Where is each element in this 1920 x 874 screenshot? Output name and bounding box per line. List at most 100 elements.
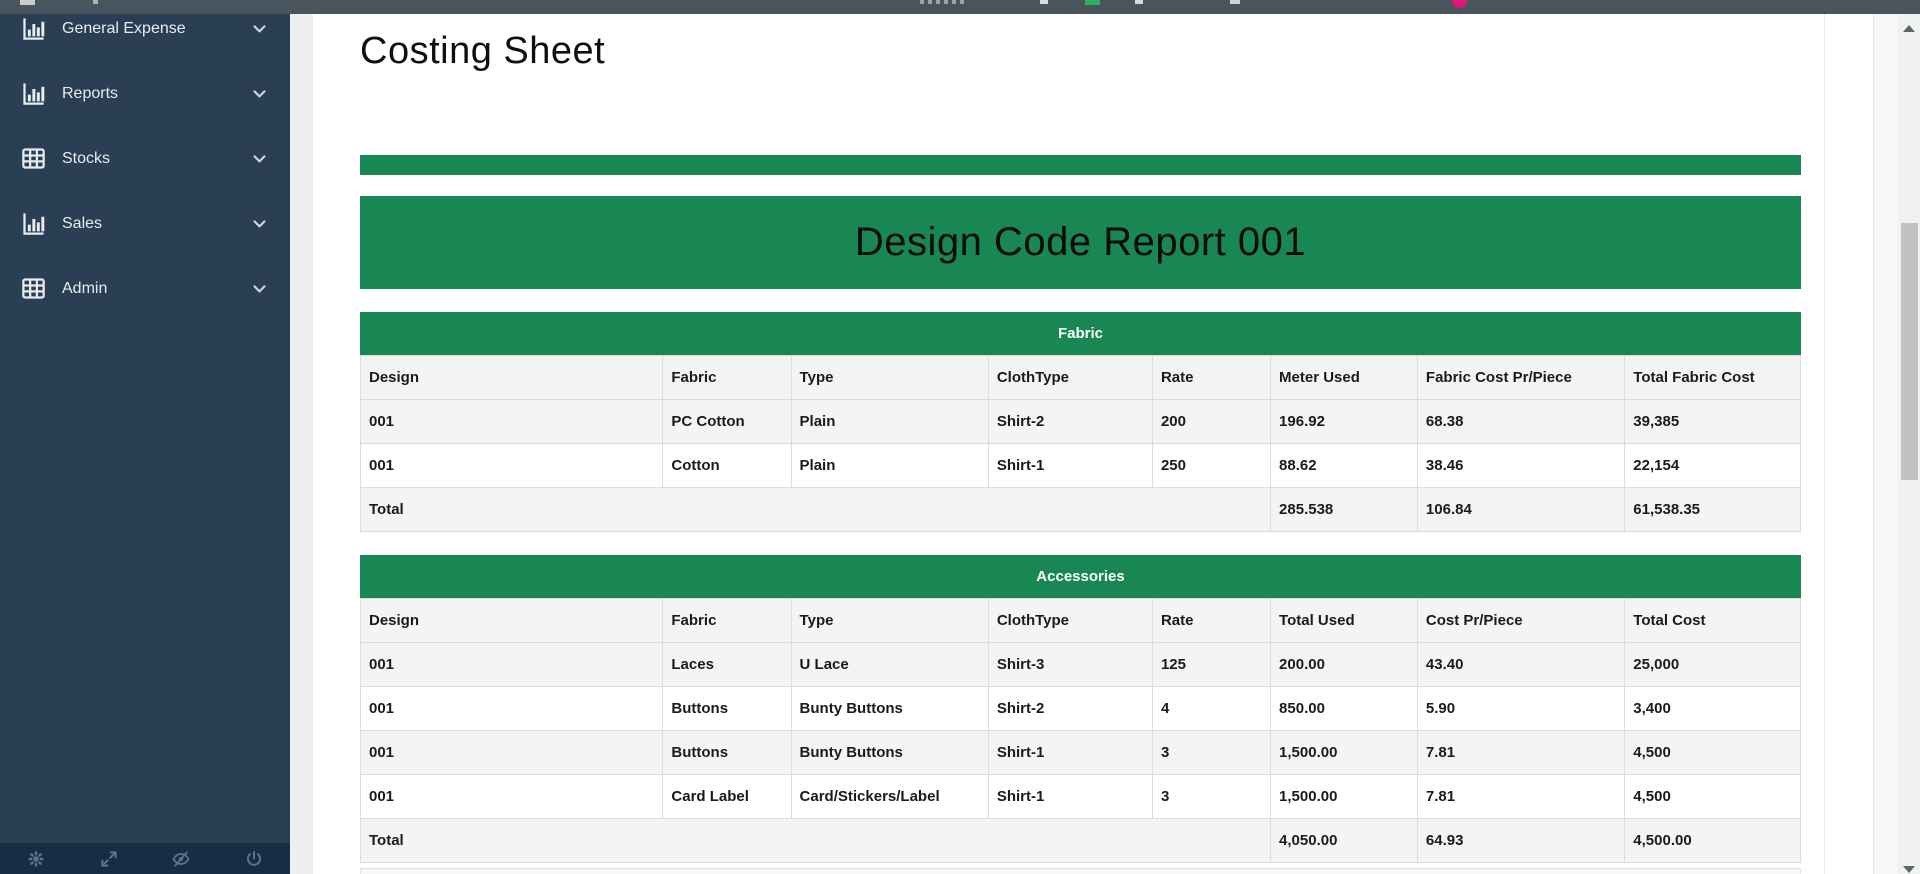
column-header: Rate bbox=[1152, 599, 1270, 643]
column-header: ClothType bbox=[988, 356, 1152, 400]
total-cell: 61,538.35 bbox=[1625, 488, 1801, 532]
fullscreen-button[interactable] bbox=[73, 843, 146, 874]
card-right-border bbox=[1824, 14, 1825, 874]
table-cell: Shirt-3 bbox=[988, 643, 1152, 687]
hide-menu-button[interactable] bbox=[145, 843, 218, 874]
chevron-down-icon bbox=[251, 85, 268, 102]
table-cell: Shirt-2 bbox=[988, 400, 1152, 444]
table-cell: 200 bbox=[1152, 400, 1270, 444]
chevron-down-icon bbox=[251, 150, 268, 167]
table-cell: 4,500 bbox=[1625, 775, 1801, 819]
column-header: Design bbox=[361, 599, 663, 643]
report-table: DesignFabricTypeClothTypeRateMeter UsedF… bbox=[360, 355, 1801, 532]
report-table: DesignFabricTypeClothTypeRateTotal UsedC… bbox=[360, 598, 1801, 863]
column-header: Total Fabric Cost bbox=[1625, 356, 1801, 400]
column-header: Rate bbox=[1152, 356, 1270, 400]
table-row: 001ButtonsBunty ButtonsShirt-131,500.007… bbox=[361, 731, 1801, 775]
total-cell: 4,500.00 bbox=[1625, 819, 1801, 863]
browser-artifact-pink-badge bbox=[1452, 0, 1467, 8]
column-header: Type bbox=[791, 599, 988, 643]
scrollbar[interactable] bbox=[1874, 14, 1920, 874]
report-sections: FabricDesignFabricTypeClothTypeRateMeter… bbox=[360, 312, 1801, 863]
column-header: Fabric bbox=[663, 356, 791, 400]
table-icon bbox=[20, 145, 47, 172]
column-header: ClothType bbox=[988, 599, 1152, 643]
sidebar-item-admin[interactable]: Admin bbox=[0, 256, 290, 321]
browser-artifact bbox=[1135, 0, 1143, 4]
table-row: 001Card LabelCard/Stickers/LabelShirt-13… bbox=[361, 775, 1801, 819]
table-cell: Card/Stickers/Label bbox=[791, 775, 988, 819]
section-header: Fabric bbox=[360, 312, 1801, 355]
chevron-down-icon bbox=[251, 280, 268, 297]
settings-gear-icon bbox=[26, 849, 46, 869]
table-cell: Buttons bbox=[663, 731, 791, 775]
bar-chart-icon bbox=[20, 15, 47, 42]
table-cell: 25,000 bbox=[1625, 643, 1801, 687]
table-cell: 1,500.00 bbox=[1271, 731, 1418, 775]
table-cell: PC Cotton bbox=[663, 400, 791, 444]
sidebar-item-stocks[interactable]: Stocks bbox=[0, 126, 290, 191]
table-row: 001CottonPlainShirt-125088.6238.4622,154 bbox=[361, 444, 1801, 488]
scroll-down-arrow-icon[interactable] bbox=[1903, 866, 1915, 873]
browser-artifact-grid-icon bbox=[20, 0, 35, 5]
report-top-banner bbox=[360, 155, 1801, 175]
browser-artifact bbox=[1230, 0, 1240, 4]
table-cell: Shirt-1 bbox=[988, 444, 1152, 488]
table-cell: Laces bbox=[663, 643, 791, 687]
browser-artifact bbox=[93, 0, 98, 4]
table-cell: 4 bbox=[1152, 687, 1270, 731]
table-cell: Plain bbox=[791, 444, 988, 488]
table-row: 001ButtonsBunty ButtonsShirt-24850.005.9… bbox=[361, 687, 1801, 731]
sidebar-item-label: Admin bbox=[62, 280, 251, 298]
table-cell: U Lace bbox=[791, 643, 988, 687]
sidebar: General Expense Reports Stock bbox=[0, 14, 290, 874]
bar-chart-icon bbox=[20, 210, 47, 237]
fullscreen-icon bbox=[99, 849, 119, 869]
table-cell: Buttons bbox=[663, 687, 791, 731]
report-section: AccessoriesDesignFabricTypeClothTypeRate… bbox=[360, 555, 1801, 863]
browser-artifact bbox=[1040, 0, 1048, 4]
table-cell: Plain bbox=[791, 400, 988, 444]
chevron-down-icon bbox=[251, 20, 268, 37]
table-cell: 3 bbox=[1152, 731, 1270, 775]
table-cell: Card Label bbox=[663, 775, 791, 819]
sidebar-footer bbox=[0, 843, 290, 874]
total-cell: 4,050.00 bbox=[1271, 819, 1418, 863]
column-header: Fabric bbox=[663, 599, 791, 643]
topbar bbox=[0, 0, 1920, 14]
eye-slash-icon bbox=[171, 849, 191, 869]
sidebar-item-reports[interactable]: Reports bbox=[0, 61, 290, 126]
total-cell: 106.84 bbox=[1417, 488, 1624, 532]
chevron-down-icon bbox=[251, 215, 268, 232]
column-header: Type bbox=[791, 356, 988, 400]
total-label: Total bbox=[361, 488, 1271, 532]
table-cell: 850.00 bbox=[1271, 687, 1418, 731]
logout-button[interactable] bbox=[218, 843, 291, 874]
next-section-partial bbox=[360, 868, 1801, 874]
report-area: Design Code Report 001 FabricDesignFabri… bbox=[360, 155, 1801, 874]
column-header: Cost Pr/Piece bbox=[1417, 599, 1624, 643]
table-cell: 3,400 bbox=[1625, 687, 1801, 731]
report-title: Design Code Report 001 bbox=[855, 220, 1306, 265]
settings-button[interactable] bbox=[0, 843, 73, 874]
column-header: Design bbox=[361, 356, 663, 400]
report-section: FabricDesignFabricTypeClothTypeRateMeter… bbox=[360, 312, 1801, 532]
page-title: Costing Sheet bbox=[360, 30, 605, 73]
scroll-up-arrow-icon[interactable] bbox=[1903, 25, 1915, 32]
table-cell: 001 bbox=[361, 775, 663, 819]
table-cell: Cotton bbox=[663, 444, 791, 488]
table-cell: Shirt-1 bbox=[988, 775, 1152, 819]
column-header: Total Cost bbox=[1625, 599, 1801, 643]
table-cell: 001 bbox=[361, 687, 663, 731]
column-header: Total Used bbox=[1271, 599, 1418, 643]
sidebar-item-sales[interactable]: Sales bbox=[0, 191, 290, 256]
total-row: Total285.538106.8461,538.35 bbox=[361, 488, 1801, 532]
sidebar-item-label: General Expense bbox=[62, 20, 251, 38]
header-row: DesignFabricTypeClothTypeRateMeter UsedF… bbox=[361, 356, 1801, 400]
column-header: Fabric Cost Pr/Piece bbox=[1417, 356, 1624, 400]
scrollbar-thumb[interactable] bbox=[1901, 223, 1918, 480]
table-cell: 1,500.00 bbox=[1271, 775, 1418, 819]
table-cell: 43.40 bbox=[1417, 643, 1624, 687]
browser-artifact bbox=[920, 0, 968, 4]
table-cell: 196.92 bbox=[1271, 400, 1418, 444]
